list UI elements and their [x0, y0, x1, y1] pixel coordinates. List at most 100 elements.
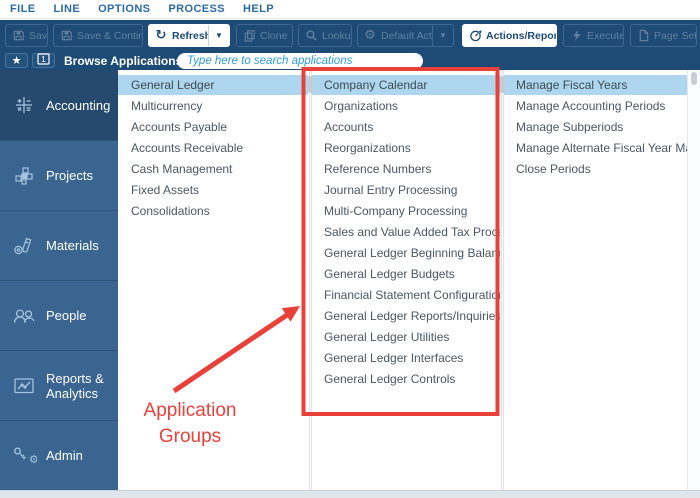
list-item-general-ledger-budgets[interactable]: General Ledger Budgets — [311, 264, 500, 284]
browse-panel: General LedgerMulticurrencyAccounts Paya… — [118, 70, 700, 490]
default-action-button[interactable]: ⚙ Default Action▼ — [357, 24, 454, 47]
save-continue-button[interactable]: Save & Continue — [53, 24, 143, 47]
dropdown-caret[interactable]: ▼ — [208, 25, 229, 46]
list-item-general-ledger-controls[interactable]: General Ledger Controls — [311, 369, 500, 389]
button-label: Refresh — [172, 30, 208, 42]
list-item-multicurrency[interactable]: Multicurrency — [118, 96, 308, 116]
calculator-icon — [11, 92, 37, 118]
svg-text:⚙: ⚙ — [29, 453, 37, 466]
sidebar-item-people[interactable]: People — [0, 280, 118, 350]
dropdown-caret[interactable]: ▼ — [432, 25, 453, 46]
vertical-scrollbar[interactable] — [687, 70, 700, 490]
flask-icon — [11, 233, 37, 259]
list-item-general-ledger-interfaces[interactable]: General Ledger Interfaces — [311, 348, 500, 368]
menu-item-help[interactable]: HELP — [243, 3, 274, 15]
column-drag-handle[interactable] — [500, 76, 505, 93]
window-1-button[interactable]: 1 — [32, 53, 55, 68]
clone-icon — [242, 29, 256, 43]
actions-reports-icon — [468, 29, 482, 43]
sidebar-item-admin[interactable]: ⚙ Admin — [0, 420, 118, 490]
browse-applications-bar: ★ 1 Browse Applications — [0, 51, 700, 70]
execute-button[interactable]: Execute — [563, 24, 624, 47]
list-item-cash-management[interactable]: Cash Management — [118, 159, 308, 179]
button-label: Save & Continue — [77, 30, 142, 42]
button-label: Default Action — [381, 30, 432, 42]
button-label: Execute — [587, 30, 623, 42]
list-item-manage-accounting-periods[interactable]: Manage Accounting Periods — [503, 96, 687, 116]
people-icon — [11, 303, 37, 329]
list-item-manage-alternate-fiscal-year-mapping[interactable]: Manage Alternate Fiscal Year Mapping — [503, 138, 687, 158]
list-item-consolidations[interactable]: Consolidations — [118, 201, 308, 221]
sidebar-item-materials[interactable]: Materials — [0, 210, 118, 280]
page-setup-icon — [636, 29, 650, 43]
button-label: Page Setup — [654, 30, 696, 42]
blocks-icon — [11, 163, 37, 189]
button-label: Clone — [260, 30, 287, 42]
refresh-icon: ↻ — [154, 29, 168, 43]
list-item-fixed-assets[interactable]: Fixed Assets — [118, 180, 308, 200]
column-divider[interactable] — [501, 70, 504, 490]
list-item-accounts-payable[interactable]: Accounts Payable — [118, 117, 308, 137]
list-item-accounts[interactable]: Accounts — [311, 117, 500, 137]
chart-icon — [11, 373, 37, 399]
gear-icon: ⚙ — [363, 29, 377, 43]
save-button[interactable]: Save — [5, 24, 48, 47]
page-setup-button[interactable]: Page Setup — [630, 24, 697, 47]
execute-icon — [569, 29, 583, 43]
sidebar-item-projects[interactable]: Projects — [0, 140, 118, 210]
star-icon: ★ — [12, 55, 22, 66]
save-icon — [11, 29, 25, 43]
scrollbar-thumb[interactable] — [691, 72, 697, 85]
sidebar-item-label: People — [46, 308, 86, 323]
actions-reports-button[interactable]: Actions/Reports — [462, 24, 557, 47]
column-drag-handle[interactable] — [308, 76, 313, 93]
save-icon — [59, 29, 73, 43]
list-item-financial-statement-configuration[interactable]: Financial Statement Configuration — [311, 285, 500, 305]
list-item-sales-and-value-added-tax-processing[interactable]: Sales and Value Added Tax Processing — [311, 222, 500, 242]
list-item-general-ledger[interactable]: General Ledger — [118, 75, 308, 95]
column-divider[interactable] — [309, 70, 312, 490]
favorites-button[interactable]: ★ — [5, 53, 28, 68]
menu-item-options[interactable]: OPTIONS — [98, 3, 150, 15]
list-item-general-ledger-reports-inquiries[interactable]: General Ledger Reports/Inquiries — [311, 306, 500, 326]
sidebar-item-label: Reports & Analytics — [46, 371, 118, 401]
list-item-company-calendar[interactable]: Company Calendar — [311, 75, 500, 95]
browse-applications-label: Browse Applications — [64, 51, 182, 70]
list-item-general-ledger-beginning-balances[interactable]: General Ledger Beginning Balances — [311, 243, 500, 263]
clone-button[interactable]: Clone — [236, 24, 293, 47]
menu-item-file[interactable]: FILE — [10, 3, 35, 15]
menu-item-process[interactable]: PROCESS — [168, 3, 225, 15]
menu-bar: FILE LINE OPTIONS PROCESS HELP — [0, 0, 700, 19]
list-item-general-ledger-utilities[interactable]: General Ledger Utilities — [311, 327, 500, 347]
list-item-manage-subperiods[interactable]: Manage Subperiods — [503, 117, 687, 137]
button-label: Lookup — [322, 30, 351, 42]
toolbar: SaveSave & Continue↻Refresh▼CloneLookup⚙… — [0, 20, 700, 51]
menu-item-line[interactable]: LINE — [53, 3, 80, 15]
lookup-button[interactable]: Lookup — [298, 24, 352, 47]
application-search-input[interactable] — [177, 53, 423, 69]
list-item-multi-company-processing[interactable]: Multi-Company Processing — [311, 201, 500, 221]
list-item-accounts-receivable[interactable]: Accounts Receivable — [118, 138, 308, 158]
button-label: Save — [29, 30, 47, 42]
sidebar-item-reports-analytics[interactable]: Reports & Analytics — [0, 350, 118, 420]
refresh-button[interactable]: ↻ Refresh▼ — [148, 24, 230, 47]
list-item-reference-numbers[interactable]: Reference Numbers — [311, 159, 500, 179]
key-gear-icon: ⚙ — [11, 443, 37, 469]
lookup-icon — [304, 29, 318, 43]
list-item-organizations[interactable]: Organizations — [311, 96, 500, 116]
module-sidebar: AccountingProjects Materials People Reports… — [0, 70, 118, 490]
footer-strip — [0, 490, 700, 498]
svg-text:1: 1 — [41, 55, 46, 64]
list-item-reorganizations[interactable]: Reorganizations — [311, 138, 500, 158]
list-item-manage-fiscal-years[interactable]: Manage Fiscal Years — [503, 75, 687, 95]
column-applications: Manage Fiscal YearsManage Accounting Per… — [503, 70, 687, 490]
column-application-groups: Company CalendarOrganizationsAccountsReo… — [311, 70, 500, 490]
sidebar-item-label: Admin — [46, 448, 83, 463]
list-item-journal-entry-processing[interactable]: Journal Entry Processing — [311, 180, 500, 200]
button-label: Actions/Reports — [486, 30, 556, 42]
list-item-close-periods[interactable]: Close Periods — [503, 159, 687, 179]
sidebar-item-accounting[interactable]: Accounting — [0, 70, 118, 140]
column-modules: General LedgerMulticurrencyAccounts Paya… — [118, 70, 308, 490]
sidebar-item-label: Materials — [46, 238, 99, 253]
window-1-icon: 1 — [37, 52, 50, 70]
